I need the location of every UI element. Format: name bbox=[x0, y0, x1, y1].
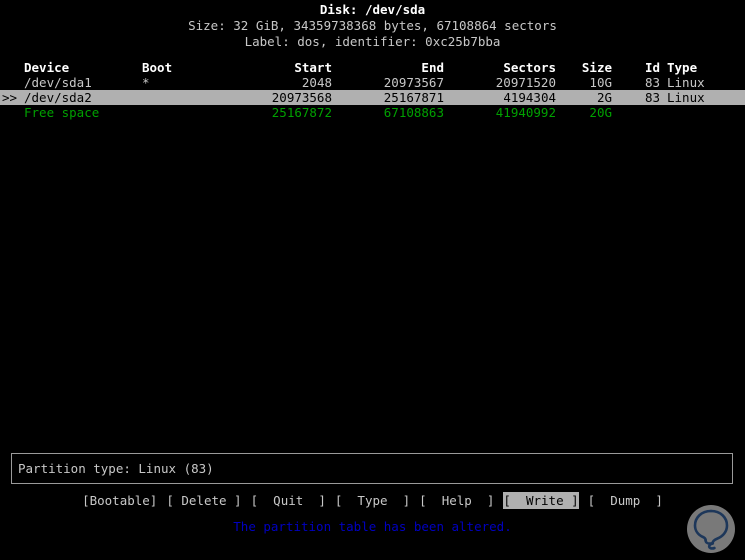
column-header-device: Device bbox=[24, 60, 70, 75]
cell-end: 67108863 bbox=[383, 105, 444, 120]
cell-type: Linux bbox=[667, 75, 705, 90]
cell-size: 20G bbox=[589, 105, 612, 120]
cell-size: 10G bbox=[589, 75, 612, 90]
partition-type-box: Partition type: Linux (83) bbox=[11, 453, 733, 484]
partition-type-text: Partition type: Linux (83) bbox=[18, 461, 214, 476]
cell-start: 25167872 bbox=[271, 105, 332, 120]
column-header-type: Type bbox=[667, 60, 698, 75]
cell-end: 25167871 bbox=[383, 90, 444, 105]
column-header-id: Id bbox=[644, 60, 660, 75]
cell-start: 2048 bbox=[301, 75, 332, 90]
cell-sectors: 41940992 bbox=[495, 105, 556, 120]
cell-boot: * bbox=[142, 75, 150, 90]
row-selection-marker: >> bbox=[2, 90, 18, 105]
cell-start: 20973568 bbox=[271, 90, 332, 105]
cell-device: Free space bbox=[24, 105, 100, 120]
disk-title: Disk: /dev/sda bbox=[319, 2, 426, 17]
cell-end: 20973567 bbox=[383, 75, 444, 90]
table-row-free-space[interactable]: Free space 25167872 67108863 41940992 20… bbox=[0, 105, 745, 120]
menu-button-quit[interactable]: [ Quit ] bbox=[251, 492, 326, 509]
disk-label-info: Label: dos, identifier: 0xc25b7bba bbox=[244, 34, 501, 49]
column-header-end: End bbox=[421, 60, 444, 75]
disk-size-info: Size: 32 GiB, 34359738368 bytes, 6710886… bbox=[188, 18, 557, 33]
column-header-start: Start bbox=[294, 60, 332, 75]
menu-button-type[interactable]: [ Type ] bbox=[335, 492, 410, 509]
column-header-sectors: Sectors bbox=[503, 60, 556, 75]
cell-sectors: 20971520 bbox=[495, 75, 556, 90]
column-header-boot: Boot bbox=[142, 60, 173, 75]
table-row[interactable]: /dev/sda1 * 2048 20973567 20971520 10G 8… bbox=[0, 75, 745, 90]
menu-button-dump[interactable]: [ Dump ] bbox=[588, 492, 663, 509]
status-message: The partition table has been altered. bbox=[233, 519, 512, 534]
menu-button-delete[interactable]: [ Delete ] bbox=[166, 492, 241, 509]
cell-size: 2G bbox=[596, 90, 612, 105]
partition-table: Device Boot Start End Sectors Size Id Ty… bbox=[0, 60, 745, 120]
cell-sectors: 4194304 bbox=[503, 90, 556, 105]
menu-bar: [Bootable] [ Delete ] [ Quit ] [ Type ] … bbox=[0, 491, 745, 509]
cell-device: /dev/sda1 bbox=[24, 75, 92, 90]
menu-button-help[interactable]: [ Help ] bbox=[419, 492, 494, 509]
menu-button-bootable[interactable]: [Bootable] bbox=[82, 492, 157, 509]
table-row-selected[interactable]: >> /dev/sda2 20973568 25167871 4194304 2… bbox=[0, 90, 745, 105]
cell-device: /dev/sda2 bbox=[24, 90, 92, 105]
cell-id: 83 bbox=[644, 90, 660, 105]
menu-button-write[interactable]: [ Write ] bbox=[503, 491, 579, 509]
cell-id: 83 bbox=[644, 75, 660, 90]
cell-type: Linux bbox=[667, 90, 705, 105]
disk-header: Disk: /dev/sda Size: 32 GiB, 34359738368… bbox=[0, 0, 745, 50]
column-header-size: Size bbox=[581, 60, 612, 75]
table-header-row: Device Boot Start End Sectors Size Id Ty… bbox=[0, 60, 745, 75]
